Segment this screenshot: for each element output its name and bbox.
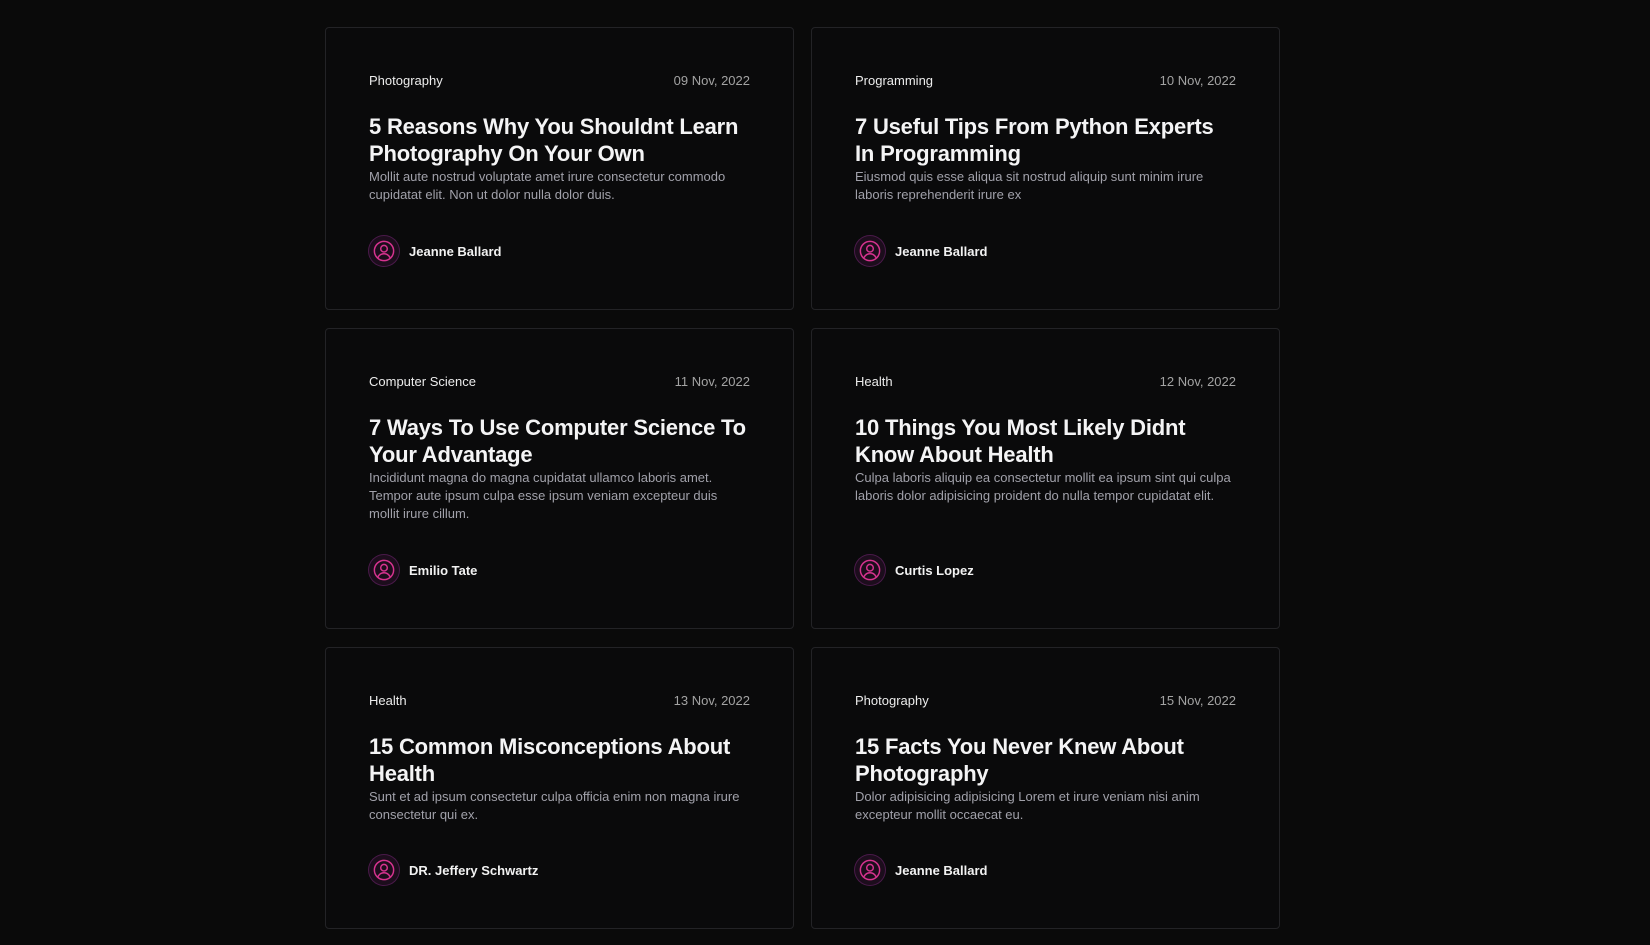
post-date: 11 Nov, 2022 <box>674 373 750 389</box>
post-author[interactable]: Curtis Lopez <box>855 555 974 585</box>
post-excerpt: Mollit aute nostrud voluptate amet irure… <box>369 169 726 202</box>
post-author[interactable]: Jeanne Ballard <box>369 236 502 266</box>
post-author[interactable]: Jeanne Ballard <box>855 855 988 885</box>
post-meta: Photography 15 Nov, 2022 <box>855 690 1236 710</box>
user-avatar-icon <box>855 555 885 585</box>
post-grid: Photography 09 Nov, 2022 5 Reasons Why Y… <box>325 27 1280 929</box>
author-name: Jeanne Ballard <box>895 243 988 259</box>
user-avatar-icon <box>855 855 885 885</box>
post-date: 10 Nov, 2022 <box>1159 72 1236 88</box>
post-category[interactable]: Photography <box>855 693 929 708</box>
user-avatar-icon <box>369 555 399 585</box>
post-excerpt: Eiusmod quis esse aliqua sit nostrud ali… <box>855 169 1204 202</box>
post-category[interactable]: Programming <box>855 73 933 88</box>
post-excerpt: Incididunt magna do magna cupidatat ulla… <box>369 470 718 521</box>
post-date: 09 Nov, 2022 <box>673 72 750 88</box>
author-name: Emilio Tate <box>409 562 478 578</box>
user-avatar-icon <box>855 236 885 266</box>
post-card[interactable]: Programming 10 Nov, 2022 7 Useful Tips F… <box>811 27 1280 310</box>
post-category[interactable]: Computer Science <box>369 374 476 389</box>
post-meta: Programming 10 Nov, 2022 <box>855 70 1236 90</box>
post-category[interactable]: Health <box>369 693 407 708</box>
user-avatar-icon <box>369 855 399 885</box>
post-date: 12 Nov, 2022 <box>1159 373 1236 389</box>
post-author[interactable]: Jeanne Ballard <box>855 236 988 266</box>
post-excerpt: Sunt et ad ipsum consectetur culpa offic… <box>369 789 740 822</box>
post-meta: Computer Science 11 Nov, 2022 <box>369 371 750 391</box>
post-date: 13 Nov, 2022 <box>673 692 750 708</box>
post-meta: Health 13 Nov, 2022 <box>369 690 750 710</box>
post-author[interactable]: DR. Jeffery Schwartz <box>369 855 538 885</box>
post-card[interactable]: Photography 09 Nov, 2022 5 Reasons Why Y… <box>325 27 794 310</box>
post-category[interactable]: Photography <box>369 73 443 88</box>
post-date: 15 Nov, 2022 <box>1159 692 1236 708</box>
post-card[interactable]: Photography 15 Nov, 2022 15 Facts You Ne… <box>811 647 1280 929</box>
post-title[interactable]: 7 Useful Tips From Python Experts In Pro… <box>855 113 1236 167</box>
post-title[interactable]: 7 Ways To Use Computer Science To Your A… <box>369 414 750 468</box>
post-title[interactable]: 10 Things You Most Likely Didnt Know Abo… <box>855 414 1236 468</box>
post-category[interactable]: Health <box>855 374 893 389</box>
post-card[interactable]: Health 12 Nov, 2022 10 Things You Most L… <box>811 328 1280 629</box>
post-meta: Health 12 Nov, 2022 <box>855 371 1236 391</box>
author-name: Curtis Lopez <box>895 562 974 578</box>
post-card[interactable]: Computer Science 11 Nov, 2022 7 Ways To … <box>325 328 794 629</box>
author-name: Jeanne Ballard <box>895 862 988 878</box>
post-title[interactable]: 5 Reasons Why You Shouldnt Learn Photogr… <box>369 113 750 167</box>
author-name: Jeanne Ballard <box>409 243 502 259</box>
post-excerpt: Dolor adipisicing adipisicing Lorem et i… <box>855 789 1200 822</box>
post-author[interactable]: Emilio Tate <box>369 555 477 585</box>
user-avatar-icon <box>369 236 399 266</box>
post-meta: Photography 09 Nov, 2022 <box>369 70 750 90</box>
author-name: DR. Jeffery Schwartz <box>409 862 539 878</box>
post-title[interactable]: 15 Facts You Never Knew About Photograph… <box>855 733 1236 787</box>
post-title[interactable]: 15 Common Misconceptions About Health <box>369 733 750 787</box>
post-card[interactable]: Health 13 Nov, 2022 15 Common Misconcept… <box>325 647 794 929</box>
post-excerpt: Culpa laboris aliquip ea consectetur mol… <box>855 470 1231 503</box>
